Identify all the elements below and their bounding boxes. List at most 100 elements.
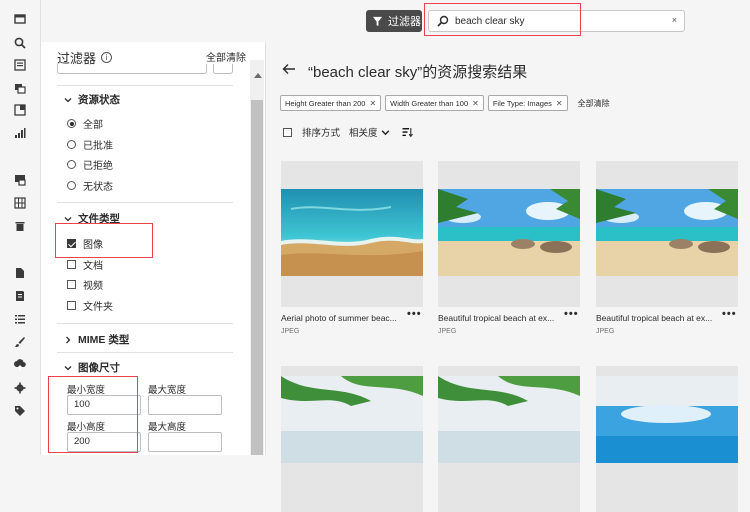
clear-search-icon[interactable]: ×	[672, 15, 677, 25]
option-label: 视频	[83, 281, 103, 292]
filters-scrollbar-thumb[interactable]	[251, 100, 263, 455]
checkbox[interactable]	[67, 301, 76, 310]
option-label: 文档	[83, 261, 103, 272]
asset-thumbnail[interactable]	[281, 161, 423, 307]
max-height-input[interactable]	[148, 432, 222, 452]
back-arrow-icon[interactable]	[282, 62, 296, 76]
close-icon[interactable]: ✕	[472, 99, 479, 108]
sort-dropdown[interactable]: 相关度	[349, 125, 390, 139]
radio-status-approved[interactable]: 已批准	[67, 137, 113, 152]
asset-card[interactable]	[281, 366, 423, 512]
filter-text-input[interactable]	[57, 64, 207, 74]
left-rail	[0, 0, 41, 455]
section-asset-status[interactable]: 资源状态	[64, 92, 120, 107]
more-options-icon[interactable]: •••	[407, 308, 422, 320]
divider	[57, 323, 233, 324]
chip-label: Height Greater than 200	[285, 98, 366, 108]
radio-button[interactable]	[67, 119, 76, 128]
folder-image-icon[interactable]	[13, 81, 27, 95]
clear-all-filters-button[interactable]: 全部清除	[206, 49, 246, 64]
checkbox-type-document[interactable]: 文档	[67, 257, 103, 272]
asset-card[interactable]: Beautiful tropical beach at ex... ••• JP…	[438, 161, 580, 335]
close-icon[interactable]: ✕	[369, 99, 376, 108]
filter-chip-width[interactable]: Width Greater than 100 ✕	[385, 95, 484, 111]
asset-thumbnail[interactable]	[281, 366, 423, 512]
radio-status-none[interactable]: 无状态	[67, 178, 113, 193]
option-label: 无状态	[83, 182, 113, 193]
brush-icon[interactable]	[13, 335, 27, 349]
section-title: 资源状态	[78, 94, 120, 106]
asset-thumbnail[interactable]	[596, 366, 738, 512]
filter-text-button[interactable]	[213, 64, 233, 74]
grid-icon[interactable]	[13, 196, 27, 210]
checkbox-type-video[interactable]: 视频	[67, 277, 103, 292]
asset-name: Beautiful tropical beach at ex...	[596, 313, 713, 323]
document-icon[interactable]	[13, 266, 27, 280]
filters-panel: 过滤器 i 全部清除 资源状态 全部 已批准 已拒绝 无状态 文件类型 图像 文…	[41, 42, 266, 455]
max-width-label: 最大宽度	[148, 385, 187, 396]
chevron-down-icon	[64, 97, 72, 102]
active-filter-chips: Height Greater than 200 ✕ Width Greater t…	[280, 95, 610, 111]
image-type-highlight-box	[55, 223, 153, 258]
export-icon[interactable]	[13, 103, 27, 117]
asset-card[interactable]: Beautiful tropical beach at ex... ••• JP…	[596, 161, 738, 335]
upload-icon[interactable]	[13, 358, 27, 372]
image-gallery-icon[interactable]	[13, 173, 27, 187]
max-width-input[interactable]	[148, 395, 222, 415]
chevron-down-icon	[64, 365, 72, 370]
select-all-checkbox[interactable]	[283, 127, 292, 137]
more-options-icon[interactable]: •••	[722, 308, 737, 320]
task-list-icon[interactable]	[13, 312, 27, 326]
asset-card[interactable]	[438, 366, 580, 512]
close-icon[interactable]: ✕	[556, 99, 563, 108]
radio-status-all[interactable]: 全部	[67, 116, 103, 131]
sort-bar: 排序方式 相关度	[283, 125, 413, 139]
section-mime-type[interactable]: MIME 类型	[64, 332, 129, 347]
asset-name: Beautiful tropical beach at ex...	[438, 313, 555, 323]
more-options-icon[interactable]: •••	[564, 308, 579, 320]
checkbox[interactable]	[67, 280, 76, 289]
radio-status-rejected[interactable]: 已拒绝	[67, 157, 113, 172]
asset-type: JPEG	[596, 328, 615, 335]
sort-order-icon[interactable]	[402, 127, 413, 138]
results-title: “beach clear sky”的资源搜索结果	[308, 64, 528, 81]
filter-icon	[372, 16, 383, 26]
asset-thumbnail[interactable]	[596, 161, 738, 307]
radio-button[interactable]	[67, 160, 76, 169]
trash-icon[interactable]	[13, 219, 27, 233]
tags-icon[interactable]	[13, 404, 27, 418]
asset-card[interactable]	[596, 366, 738, 512]
asset-thumbnail[interactable]	[438, 161, 580, 307]
section-image-size[interactable]: 图像尺寸	[64, 360, 120, 375]
checkbox-type-folder[interactable]: 文件夹	[67, 298, 113, 313]
info-icon[interactable]: i	[101, 52, 113, 63]
radio-button[interactable]	[67, 140, 76, 149]
chip-label: Width Greater than 100	[390, 98, 469, 108]
option-label: 全部	[83, 120, 103, 131]
divider	[57, 352, 233, 353]
scroll-up-arrow-icon[interactable]	[254, 73, 262, 78]
section-title: 图像尺寸	[78, 362, 120, 374]
filter-toggle-button[interactable]: 过滤器	[366, 10, 422, 32]
report-icon[interactable]	[13, 289, 27, 303]
asset-card[interactable]: Aerial photo of summer beac... ••• JPEG	[281, 161, 423, 335]
section-title: MIME 类型	[78, 334, 130, 346]
filter-chip-file-type[interactable]: File Type: Images ✕	[487, 95, 568, 111]
radio-button[interactable]	[67, 181, 76, 190]
home-icon[interactable]	[13, 12, 27, 26]
search-highlight-box	[424, 3, 581, 36]
filter-chip-height[interactable]: Height Greater than 200 ✕	[280, 95, 382, 111]
chevron-down-icon	[64, 216, 72, 221]
image-size-highlight-box	[48, 376, 138, 453]
bar-chart-icon[interactable]	[13, 126, 27, 140]
sort-value: 相关度	[349, 128, 378, 139]
checkbox[interactable]	[67, 260, 76, 269]
list-icon[interactable]	[13, 58, 27, 72]
results-area: “beach clear sky”的资源搜索结果 Height Greater …	[266, 42, 750, 512]
option-label: 已拒绝	[83, 161, 113, 172]
max-height-label: 最大高度	[148, 422, 187, 433]
settings-icon[interactable]	[13, 381, 27, 395]
search-icon[interactable]	[13, 36, 27, 50]
asset-thumbnail[interactable]	[438, 366, 580, 512]
clear-all-chips-button[interactable]: 全部清除	[578, 98, 610, 109]
